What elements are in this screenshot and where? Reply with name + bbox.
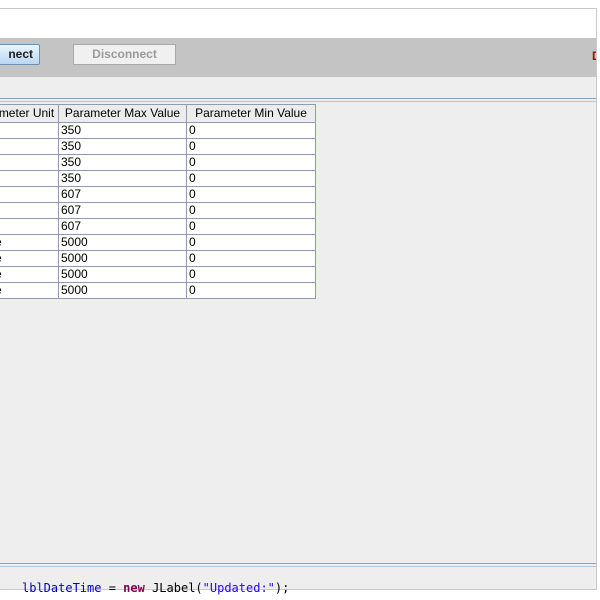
code-variable: lblDateTime xyxy=(22,581,102,595)
code-keyword: new xyxy=(123,581,145,595)
table-row[interactable]: e50000 xyxy=(0,266,316,283)
table-row[interactable]: e50000 xyxy=(0,250,316,267)
table-row[interactable]: 607 0 xyxy=(0,218,316,235)
status-text: D xyxy=(592,49,596,63)
cell-min[interactable]: 0 xyxy=(186,154,316,171)
cell-unit[interactable]: e xyxy=(0,266,59,283)
column-header-min[interactable]: Parameter Min Value xyxy=(186,104,316,123)
table-row[interactable]: 350 0 xyxy=(0,138,316,155)
cell-min[interactable]: 0 xyxy=(186,250,316,267)
cell-min[interactable]: 0 xyxy=(186,282,316,299)
cell-min[interactable]: 0 xyxy=(186,186,316,203)
cell-unit[interactable]: e xyxy=(0,250,59,267)
separator-top xyxy=(0,98,596,99)
cell-min[interactable]: 0 xyxy=(186,202,316,219)
cell-unit[interactable] xyxy=(0,170,59,187)
app-window: nect Disconnect D meter Unit Parameter M… xyxy=(0,8,597,590)
disconnect-button[interactable]: Disconnect xyxy=(73,44,176,65)
cell-max[interactable]: 5000 xyxy=(58,250,187,267)
table-row[interactable]: 350 0 xyxy=(0,170,316,187)
code-end: ); xyxy=(274,581,290,595)
cell-min[interactable]: 0 xyxy=(186,170,316,187)
cell-unit[interactable]: e xyxy=(0,234,59,251)
table-row[interactable]: e50000 xyxy=(0,234,316,251)
cell-min[interactable]: 0 xyxy=(186,122,316,139)
code-assign: = xyxy=(101,581,124,595)
connect-button[interactable]: nect xyxy=(0,44,40,65)
cell-min[interactable]: 0 xyxy=(186,234,316,251)
cell-max[interactable]: 607 xyxy=(58,186,187,203)
table-row[interactable]: 350 0 xyxy=(0,122,316,139)
cell-unit[interactable] xyxy=(0,138,59,155)
toolbar: nect Disconnect D xyxy=(0,38,596,77)
cell-max[interactable]: 350 xyxy=(58,170,187,187)
cell-max[interactable]: 350 xyxy=(58,138,187,155)
cell-max[interactable]: 350 xyxy=(58,154,187,171)
cell-min[interactable]: 0 xyxy=(186,138,316,155)
cell-unit[interactable]: e xyxy=(0,282,59,299)
table-row[interactable]: 607 0 xyxy=(0,202,316,219)
table-row[interactable]: 607 0 xyxy=(0,186,316,203)
cell-unit[interactable] xyxy=(0,202,59,219)
cell-max[interactable]: 5000 xyxy=(58,266,187,283)
cell-unit[interactable] xyxy=(0,218,59,235)
code-string: "Updated:" xyxy=(202,581,275,595)
column-header-unit[interactable]: meter Unit xyxy=(0,104,59,123)
table-row[interactable]: 350 0 xyxy=(0,154,316,171)
cell-unit[interactable] xyxy=(0,154,59,171)
parameter-table[interactable]: meter Unit Parameter Max Value Parameter… xyxy=(0,104,316,299)
table-header-row: meter Unit Parameter Max Value Parameter… xyxy=(0,104,316,123)
cell-max[interactable]: 350 xyxy=(58,122,187,139)
cell-unit[interactable] xyxy=(0,186,59,203)
cell-max[interactable]: 607 xyxy=(58,218,187,235)
cell-max[interactable]: 5000 xyxy=(58,234,187,251)
column-header-max[interactable]: Parameter Max Value xyxy=(58,104,187,123)
cell-min[interactable]: 0 xyxy=(186,218,316,235)
cell-max[interactable]: 607 xyxy=(58,202,187,219)
background-code-line: lblDateTime = new JLabel("Updated:"); xyxy=(22,581,289,595)
cell-min[interactable]: 0 xyxy=(186,266,316,283)
separator-bottom xyxy=(0,563,596,564)
table-row[interactable]: e50000 xyxy=(0,282,316,299)
separator-top-inner xyxy=(0,101,596,102)
title-bar xyxy=(0,9,596,38)
code-class: JLabel( xyxy=(144,581,203,595)
cell-unit[interactable] xyxy=(0,122,59,139)
cell-max[interactable]: 5000 xyxy=(58,282,187,299)
separator-bottom-inner xyxy=(0,566,596,567)
